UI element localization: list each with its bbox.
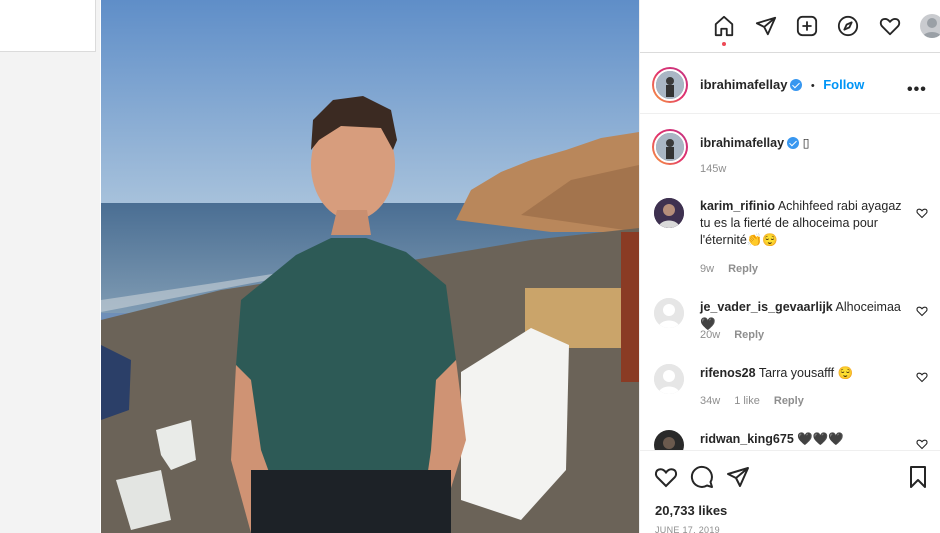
- post-date: JUNE 17, 2019: [655, 525, 720, 533]
- top-navigation: [640, 0, 940, 53]
- verified-badge-icon: [790, 79, 803, 91]
- notification-dot: [722, 42, 726, 46]
- caption-text: ▯: [802, 136, 810, 150]
- home-icon[interactable]: [712, 14, 736, 38]
- commenter-avatar[interactable]: [654, 198, 684, 228]
- caption-author-avatar[interactable]: [652, 129, 688, 165]
- comment: karim_rifinio Achihfeed rabi ayagaz tu e…: [700, 198, 910, 249]
- comment-time: 9w: [700, 263, 715, 275]
- direct-icon[interactable]: [754, 14, 778, 38]
- comment: ridwan_king675 🖤🖤🖤: [700, 431, 910, 448]
- comment-meta: 34w 1 like Reply: [700, 395, 818, 407]
- caption-username[interactable]: ibrahimafellay: [700, 136, 784, 150]
- comment-time: 20w: [700, 329, 721, 341]
- separator: •: [810, 80, 815, 92]
- like-comment-icon[interactable]: [916, 371, 928, 383]
- comment-time: 34w: [700, 395, 721, 407]
- activity-icon[interactable]: [878, 14, 902, 38]
- reply-button[interactable]: Reply: [734, 329, 764, 341]
- caption-meta: 145w: [700, 163, 740, 175]
- comment: je_vader_is_gevaarlijk Alhoceimaa🖤: [700, 299, 910, 333]
- comment-username[interactable]: karim_rifinio: [700, 199, 775, 213]
- reply-button[interactable]: Reply: [728, 263, 758, 275]
- post-actions: 20,733 likes JUNE 17, 2019: [640, 450, 940, 533]
- new-post-icon[interactable]: [795, 14, 819, 38]
- like-comment-icon[interactable]: [916, 207, 928, 219]
- post-sidebar: ibrahimafellay • Follow ••• ibrahimafell…: [639, 0, 940, 533]
- comment-meta: 20w Reply: [700, 329, 778, 341]
- commenter-avatar[interactable]: [654, 430, 684, 450]
- post-photo-illustration: [101, 0, 639, 533]
- caption: ibrahimafellay ▯: [700, 135, 910, 152]
- caption-time: 145w: [700, 163, 727, 175]
- left-gutter: [0, 0, 100, 533]
- comments-list: ibrahimafellay ▯ 145w karim_rifinio Achi…: [640, 115, 940, 450]
- commenter-avatar[interactable]: [654, 364, 684, 394]
- left-card: [0, 0, 96, 52]
- follow-button[interactable]: Follow: [823, 77, 864, 92]
- comment-username[interactable]: rifenos28: [700, 366, 756, 380]
- share-icon[interactable]: [726, 465, 750, 489]
- comment: rifenos28 Tarra yousafff 😌: [700, 365, 910, 382]
- verified-badge-icon: [787, 137, 800, 149]
- comment-username[interactable]: je_vader_is_gevaarlijk: [700, 300, 833, 314]
- commenter-avatar[interactable]: [654, 298, 684, 328]
- author-username[interactable]: ibrahimafellay: [700, 77, 787, 92]
- like-icon[interactable]: [654, 465, 678, 489]
- more-options-icon[interactable]: •••: [907, 81, 927, 99]
- comment-meta: 9w Reply: [700, 263, 772, 275]
- instagram-post-view: ibrahimafellay • Follow ••• ibrahimafell…: [0, 0, 940, 533]
- post-header: ibrahimafellay • Follow •••: [640, 58, 940, 114]
- comment-text: Tarra yousafff 😌: [758, 366, 854, 380]
- post-photo[interactable]: [101, 0, 639, 533]
- comment-username[interactable]: ridwan_king675: [700, 432, 794, 446]
- comment-text: 🖤🖤🖤: [797, 432, 844, 446]
- like-comment-icon[interactable]: [916, 438, 928, 450]
- comment-likes[interactable]: 1 like: [734, 395, 760, 407]
- author-avatar[interactable]: [652, 67, 688, 103]
- like-comment-icon[interactable]: [916, 305, 928, 317]
- explore-icon[interactable]: [836, 14, 860, 38]
- likes-count[interactable]: 20,733 likes: [655, 503, 727, 518]
- reply-button[interactable]: Reply: [774, 395, 804, 407]
- save-icon[interactable]: [906, 465, 930, 489]
- comment-icon[interactable]: [690, 465, 714, 489]
- profile-avatar[interactable]: [920, 14, 940, 38]
